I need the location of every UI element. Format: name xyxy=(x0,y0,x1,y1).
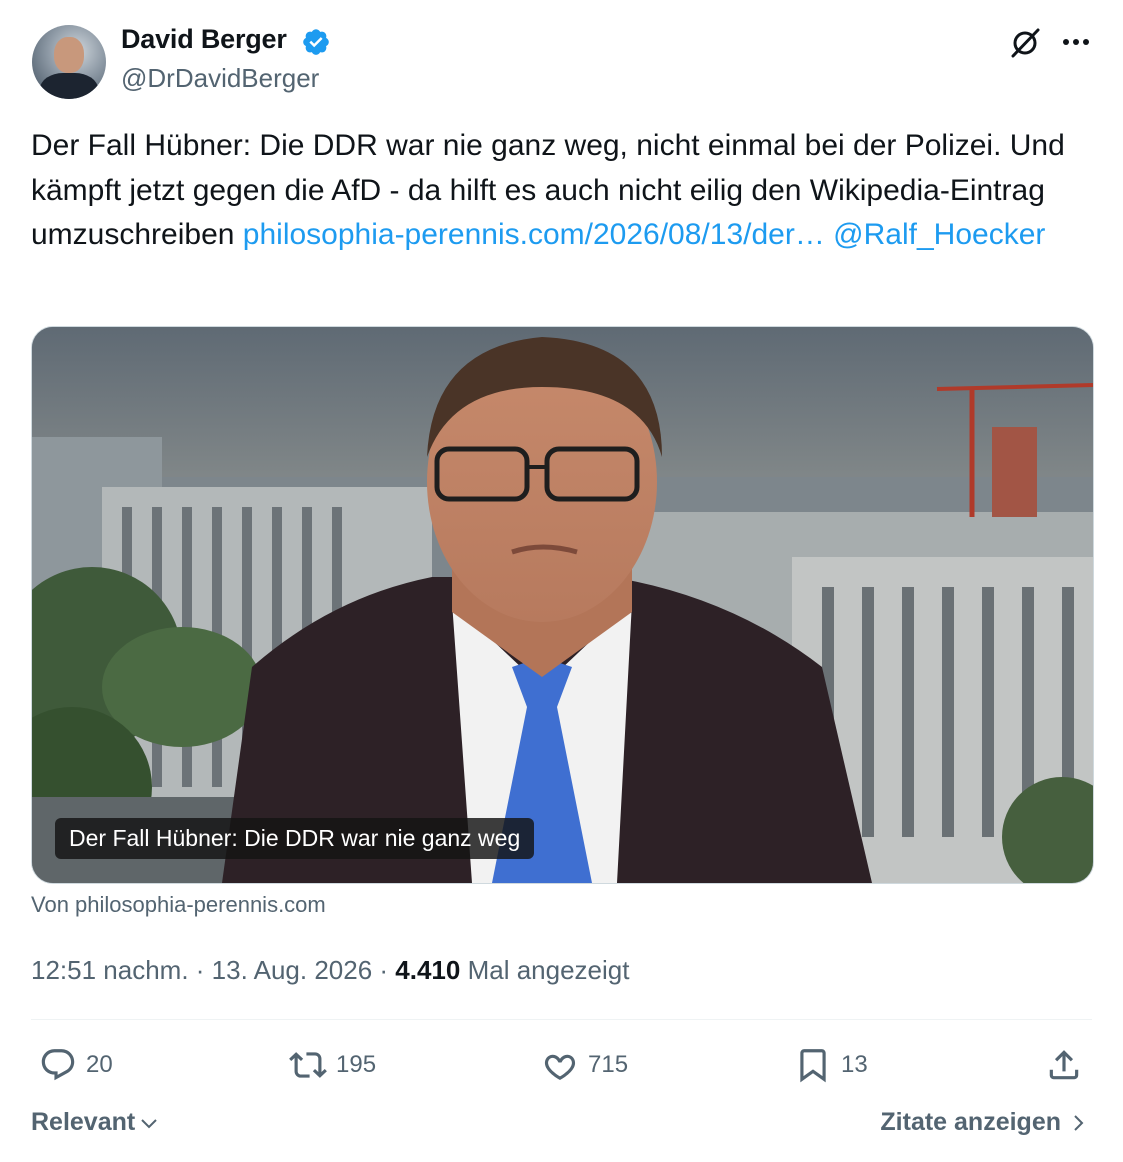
card-source[interactable]: Von philosophia-perennis.com xyxy=(31,892,326,918)
reply-count: 20 xyxy=(86,1051,113,1078)
link-card-media[interactable]: Der Fall Hübner: Die DDR war nie ganz we… xyxy=(31,326,1094,884)
grok-icon[interactable] xyxy=(1007,25,1043,61)
like-count: 715 xyxy=(588,1051,629,1078)
tweet-mention[interactable]: @Ralf_Hoecker xyxy=(833,218,1045,251)
repost-count: 195 xyxy=(336,1051,377,1078)
more-icon[interactable] xyxy=(1058,27,1094,57)
tweet-text: Der Fall Hübner: Die DDR war nie ganz we… xyxy=(31,124,1101,258)
author-handle[interactable]: @DrDavidBerger xyxy=(121,63,319,94)
verified-badge-icon xyxy=(303,29,329,55)
bookmark-count: 13 xyxy=(841,1051,868,1078)
author-avatar[interactable] xyxy=(32,25,106,99)
view-count: 4.410 xyxy=(395,955,461,985)
tweet-date[interactable]: 13. Aug. 2026 xyxy=(212,955,372,985)
video-caption: Der Fall Hübner: Die DDR war nie ganz we… xyxy=(55,818,535,859)
chevron-down-icon xyxy=(141,1118,157,1128)
like-button[interactable]: 715 xyxy=(541,1043,628,1087)
share-icon xyxy=(1049,1050,1079,1080)
sort-dropdown[interactable]: Relevant xyxy=(31,1108,161,1137)
reply-icon xyxy=(41,1049,75,1081)
video-still-image xyxy=(32,327,1093,883)
repost-button[interactable]: 195 xyxy=(289,1043,376,1087)
view-label: Mal angezeigt xyxy=(467,955,630,985)
bookmark-button[interactable]: 13 xyxy=(794,1043,868,1087)
tweet-time[interactable]: 12:51 nachm. xyxy=(31,955,189,985)
tweet-meta: 12:51 nachm. · 13. Aug. 2026 · 4.410 Mal… xyxy=(31,955,630,985)
sort-label: Relevant xyxy=(31,1108,136,1136)
view-quotes-link[interactable]: Zitate anzeigen xyxy=(880,1108,1089,1137)
reply-button[interactable]: 20 xyxy=(39,1043,113,1087)
quotes-label: Zitate anzeigen xyxy=(880,1108,1061,1136)
share-button[interactable] xyxy=(1045,1043,1083,1087)
bookmark-icon xyxy=(800,1049,826,1083)
chevron-right-icon xyxy=(1074,1114,1084,1131)
like-icon xyxy=(544,1054,576,1081)
author-name[interactable]: David Berger xyxy=(121,24,287,55)
divider xyxy=(31,1019,1092,1020)
repost-icon xyxy=(289,1052,327,1078)
tweet-link[interactable]: philosophia-perennis.com/2026/08/13/der… xyxy=(243,218,825,251)
